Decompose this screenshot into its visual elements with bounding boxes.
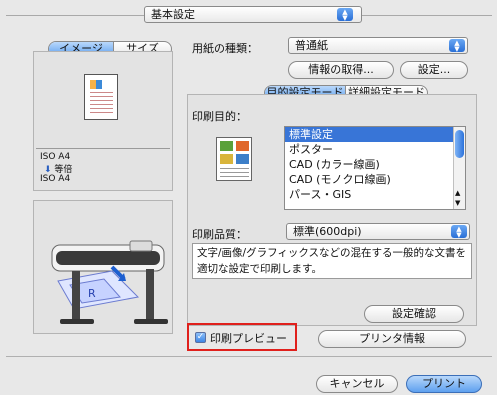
- page-thumbnail: [84, 74, 118, 120]
- scroll-down-icon[interactable]: ▼: [455, 199, 460, 207]
- bottom-separator: [6, 356, 492, 357]
- top-separator-left: [6, 15, 144, 16]
- list-item[interactable]: CAD (モノクロ線画): [285, 172, 465, 187]
- description-box: 文字/画像/グラフィックスなどの混在する一般的な文書を適切な設定で印刷します。: [192, 243, 472, 279]
- print-button[interactable]: プリント: [406, 375, 482, 393]
- info-divider: [36, 148, 170, 149]
- list-item[interactable]: パース・GIS: [285, 187, 465, 202]
- scrollbar-thumb[interactable]: [455, 130, 464, 158]
- svg-text:R: R: [88, 287, 96, 300]
- list-item[interactable]: 標準設定: [285, 127, 465, 142]
- quality-label: 印刷品質：: [192, 228, 247, 241]
- paper-type-label: 用紙の種類：: [192, 42, 258, 55]
- output-size-text: ISO A4: [40, 174, 71, 184]
- printer-info-button[interactable]: プリンタ情報: [318, 330, 466, 348]
- purpose-thumbnail: [216, 137, 252, 181]
- purpose-list-scrollbar[interactable]: ▲ ▼: [453, 127, 465, 209]
- paper-type-value: 普通紙: [295, 39, 328, 52]
- settings-button[interactable]: 設定...: [400, 61, 468, 79]
- settings-mode-value: 基本設定: [151, 8, 195, 21]
- printer-illustration: R: [51, 240, 168, 324]
- description-text: 文字/画像/グラフィックスなどの混在する一般的な文書を適切な設定で印刷します。: [197, 247, 467, 275]
- paper-size-text: ISO A4: [40, 152, 71, 162]
- purpose-list[interactable]: 標準設定 ポスター CAD (カラー線画) CAD (モノクロ線画) パース・G…: [284, 126, 466, 210]
- settings-mode-popup[interactable]: 基本設定 ▲ ▼: [144, 6, 362, 23]
- confirm-settings-button[interactable]: 設定確認: [364, 305, 464, 323]
- paper-type-popup[interactable]: 普通紙 ▲ ▼: [288, 37, 468, 54]
- get-info-button[interactable]: 情報の取得...: [288, 61, 394, 79]
- list-item[interactable]: CAD (カラー線画): [285, 157, 465, 172]
- quality-popup[interactable]: 標準(600dpi) ▲ ▼: [286, 223, 470, 240]
- quality-value: 標準(600dpi): [293, 225, 362, 238]
- cancel-button[interactable]: キャンセル: [316, 375, 398, 393]
- printer-image-panel: R: [33, 200, 173, 334]
- popup-arrows-icon: ▲ ▼: [337, 8, 353, 22]
- scroll-up-icon[interactable]: ▲: [455, 189, 460, 197]
- layout-preview-panel: ISO A4 ⬇ 等倍 ISO A4: [33, 51, 173, 191]
- preview-checkbox[interactable]: ✓: [195, 332, 206, 343]
- popup-arrows-icon: ▲ ▼: [449, 39, 465, 53]
- popup-arrows-icon: ▲ ▼: [451, 225, 467, 239]
- preview-label[interactable]: 印刷プレビュー: [210, 330, 287, 346]
- mode-settings-panel: 印刷目的： 標準設定 ポスター CAD (カラー線画) CAD (モノクロ線画)…: [187, 94, 477, 326]
- checkmark-icon: ✓: [196, 332, 205, 342]
- list-item[interactable]: ポスター: [285, 142, 465, 157]
- purpose-label: 印刷目的：: [192, 110, 247, 123]
- top-separator-right: [362, 15, 492, 16]
